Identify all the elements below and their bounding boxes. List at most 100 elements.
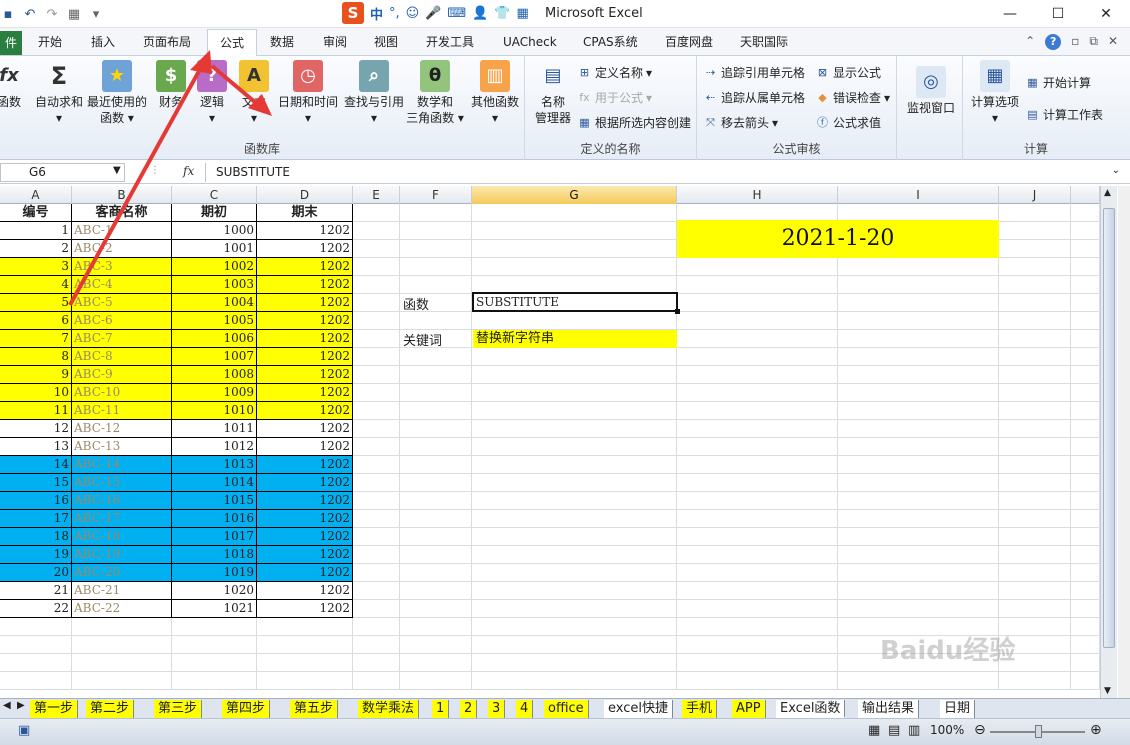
sheet-tab[interactable]: 第一步	[30, 700, 79, 718]
mic-icon[interactable]: 🎤	[425, 6, 441, 21]
save-icon[interactable]: ▪	[0, 7, 16, 22]
empty-cell[interactable]	[400, 510, 472, 528]
empty-cell[interactable]	[677, 294, 838, 312]
cell-client-name[interactable]: ABC-8	[72, 348, 172, 366]
calc-now-button[interactable]: ▦ 开始计算	[1025, 74, 1091, 91]
keyboard-icon[interactable]: ⌨	[447, 6, 466, 21]
empty-cell[interactable]	[353, 600, 400, 618]
cell-opening[interactable]: 1009	[172, 384, 257, 402]
remove-arrows-button[interactable]: ⤧ 移去箭头 ▾	[703, 114, 778, 131]
empty-cell[interactable]	[257, 636, 353, 654]
cell-client-name[interactable]: ABC-12	[72, 420, 172, 438]
empty-cell[interactable]	[353, 546, 400, 564]
empty-cell[interactable]	[838, 492, 999, 510]
empty-cell[interactable]	[1071, 330, 1100, 348]
col-header-g[interactable]: G	[472, 186, 677, 204]
empty-cell[interactable]	[72, 636, 172, 654]
empty-cell[interactable]	[472, 240, 677, 258]
empty-cell[interactable]	[400, 582, 472, 600]
cell-number[interactable]: 1	[0, 222, 72, 240]
tab-formulas[interactable]: 公式	[207, 29, 258, 57]
empty-cell[interactable]	[472, 222, 677, 240]
empty-cell[interactable]	[353, 582, 400, 600]
empty-cell[interactable]	[677, 510, 838, 528]
empty-cell[interactable]	[838, 546, 999, 564]
namebox-dropdown-icon[interactable]: ▼	[113, 165, 121, 176]
empty-cell[interactable]	[0, 618, 72, 636]
cell-opening[interactable]: 1010	[172, 402, 257, 420]
empty-cell[interactable]	[1071, 348, 1100, 366]
cell-client-name[interactable]: ABC-20	[72, 564, 172, 582]
empty-cell[interactable]	[838, 384, 999, 402]
empty-cell[interactable]	[999, 672, 1071, 690]
cell-opening[interactable]: 1013	[172, 456, 257, 474]
empty-cell[interactable]	[999, 474, 1071, 492]
cell-number[interactable]: 5	[0, 294, 72, 312]
cell-opening[interactable]: 1018	[172, 546, 257, 564]
empty-cell[interactable]	[353, 330, 400, 348]
cell-closing[interactable]: 1202	[257, 546, 353, 564]
empty-cell[interactable]	[1071, 546, 1100, 564]
empty-cell[interactable]	[1071, 618, 1100, 636]
empty-cell[interactable]	[353, 654, 400, 672]
cell-number[interactable]: 4	[0, 276, 72, 294]
empty-cell[interactable]	[677, 672, 838, 690]
empty-cell[interactable]	[472, 618, 677, 636]
empty-cell[interactable]	[72, 672, 172, 690]
name-manager-button[interactable]: ▤ 名称 管理器	[531, 60, 575, 126]
cell-opening[interactable]: 1007	[172, 348, 257, 366]
tab-tianzhi[interactable]: 天职国际	[740, 33, 788, 53]
cell-closing[interactable]: 1202	[257, 438, 353, 456]
empty-cell[interactable]	[999, 384, 1071, 402]
keyword-cell[interactable]: 替换新字符串	[473, 330, 677, 348]
cell-closing[interactable]: 1202	[257, 294, 353, 312]
empty-cell[interactable]	[999, 240, 1071, 258]
user-icon[interactable]: 👤	[472, 6, 488, 21]
empty-cell[interactable]	[172, 654, 257, 672]
empty-cell[interactable]	[1071, 672, 1100, 690]
empty-cell[interactable]	[999, 528, 1071, 546]
empty-cell[interactable]	[400, 600, 472, 618]
cell-closing[interactable]: 1202	[257, 492, 353, 510]
cell-number[interactable]: 17	[0, 510, 72, 528]
empty-cell[interactable]	[472, 600, 677, 618]
financial-button[interactable]: $ 财务	[155, 60, 187, 110]
cell-client-name[interactable]: ABC-5	[72, 294, 172, 312]
cell-number[interactable]: 21	[0, 582, 72, 600]
empty-cell[interactable]	[400, 492, 472, 510]
empty-cell[interactable]	[838, 600, 999, 618]
col-header-j[interactable]: J	[999, 186, 1071, 204]
cell-opening[interactable]: 1006	[172, 330, 257, 348]
autosum-button[interactable]: Σ 自动求和 ▾	[32, 60, 86, 126]
empty-cell[interactable]	[838, 456, 999, 474]
empty-cell[interactable]	[353, 294, 400, 312]
empty-cell[interactable]	[257, 672, 353, 690]
calc-options-button[interactable]: ▦ 计算选项 ▾	[967, 60, 1023, 126]
empty-cell[interactable]	[353, 636, 400, 654]
empty-cell[interactable]	[353, 528, 400, 546]
watch-window-button[interactable]: ◎ 监视窗口	[905, 66, 957, 116]
ime-mode[interactable]: 中	[370, 4, 383, 23]
tab-review[interactable]: 审阅	[323, 33, 347, 53]
cell-opening[interactable]: 1001	[172, 240, 257, 258]
cell-opening[interactable]: 1000	[172, 222, 257, 240]
cell-client-name[interactable]: ABC-22	[72, 600, 172, 618]
empty-cell[interactable]	[677, 402, 838, 420]
empty-cell[interactable]	[677, 546, 838, 564]
empty-cell[interactable]	[838, 672, 999, 690]
empty-cell[interactable]	[400, 348, 472, 366]
cell-number[interactable]: 15	[0, 474, 72, 492]
empty-cell[interactable]	[353, 204, 400, 222]
empty-cell[interactable]	[1071, 384, 1100, 402]
empty-cell[interactable]	[353, 384, 400, 402]
empty-cell[interactable]	[838, 582, 999, 600]
empty-cell[interactable]	[472, 312, 677, 330]
active-cell-g6[interactable]: SUBSTITUTE	[472, 292, 678, 312]
zoom-in-icon[interactable]: ⊕	[1090, 722, 1102, 738]
show-formulas-button[interactable]: ⊠ 显示公式	[815, 64, 881, 81]
cell-closing[interactable]: 1202	[257, 240, 353, 258]
tab-developer[interactable]: 开发工具	[426, 33, 474, 53]
empty-cell[interactable]	[400, 258, 472, 276]
empty-cell[interactable]	[838, 438, 999, 456]
cell-number[interactable]: 16	[0, 492, 72, 510]
